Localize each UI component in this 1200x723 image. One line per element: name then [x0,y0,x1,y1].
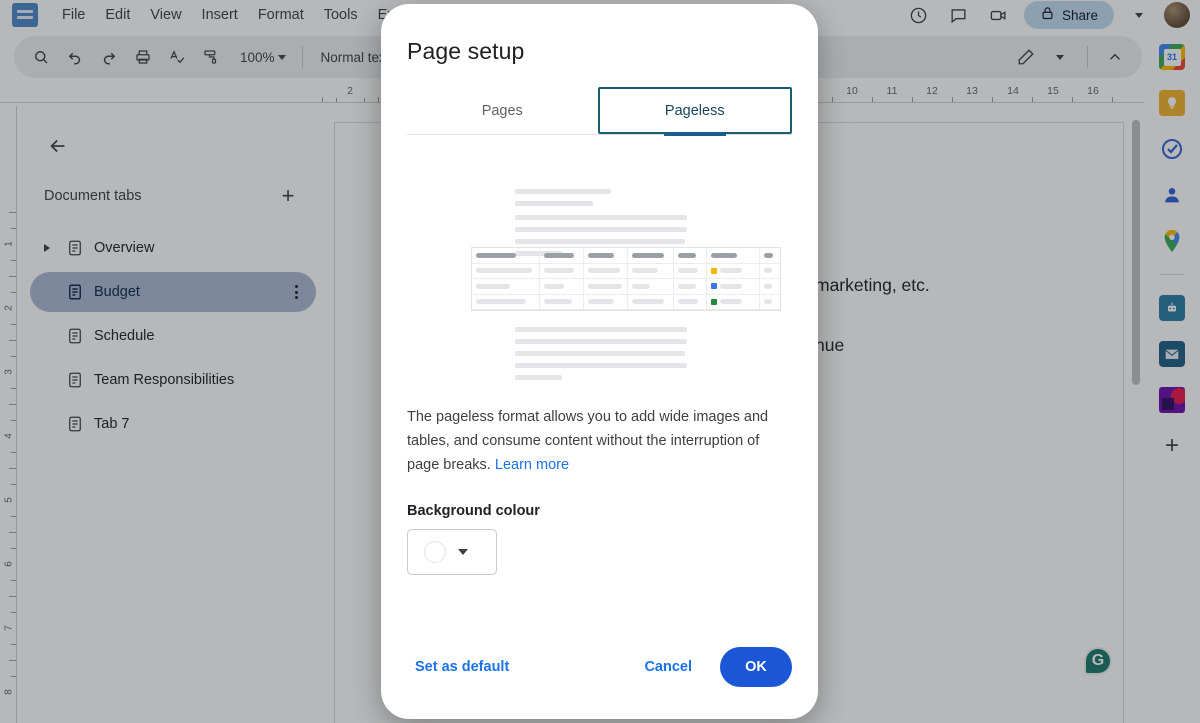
page-setup-dialog: Page setup Pages Pageless The pageless f… [381,4,818,719]
learn-more-link[interactable]: Learn more [495,457,569,473]
dialog-actions: Set as default Cancel OK [407,647,792,687]
background-colour-swatch [424,541,446,563]
tab-pages-label: Pages [481,102,523,119]
pageless-preview-illustration [407,181,792,381]
tab-pageless[interactable]: Pageless [597,87,792,136]
tab-pages[interactable]: Pages [407,87,598,134]
description-text: The pageless format allows you to add wi… [407,409,769,473]
tab-active-underline [663,132,726,136]
google-docs-window: File Edit View Insert Format Tools Exten… [0,0,1200,723]
chevron-down-icon [458,549,468,555]
page-setup-tablist: Pages Pageless [407,87,792,136]
pageless-description: The pageless format allows you to add wi… [407,405,792,477]
ok-button[interactable]: OK [720,647,792,687]
cancel-button[interactable]: Cancel [630,649,706,685]
background-colour-label: Background colour [407,503,540,519]
set-as-default-button[interactable]: Set as default [407,649,517,685]
background-colour-select[interactable] [407,529,497,575]
dialog-title: Page setup [407,38,525,64]
preview-table [471,247,781,311]
tab-pageless-label: Pageless [664,102,725,119]
